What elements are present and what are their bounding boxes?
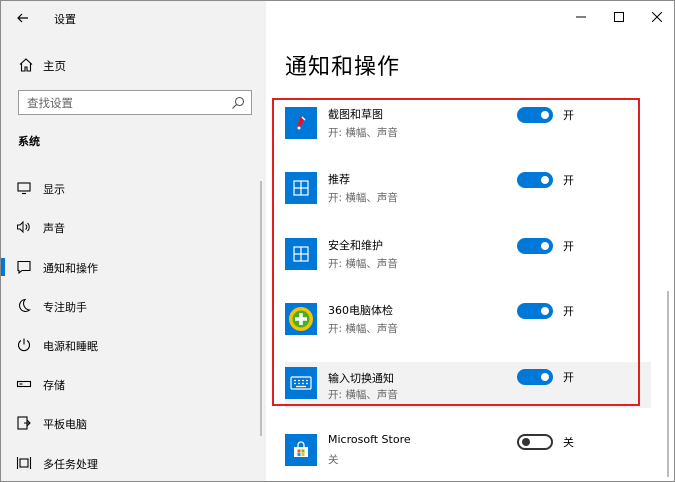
multitask-icon bbox=[16, 457, 32, 469]
app-notification-status: 关 bbox=[328, 454, 339, 466]
toggle-state-label: 开 bbox=[563, 240, 574, 253]
sidebar-item-power-sleep[interactable]: 电源和睡眠 bbox=[1, 330, 266, 360]
moon-icon bbox=[19, 298, 31, 312]
sidebar-item-sound[interactable]: 声音 bbox=[1, 212, 266, 242]
search-box bbox=[18, 90, 252, 115]
windows-app-icon bbox=[285, 172, 317, 204]
storage-icon bbox=[16, 380, 32, 388]
app-name: 推荐 bbox=[328, 173, 350, 186]
section-title: 系统 bbox=[18, 135, 40, 148]
app-name: 输入切换通知 bbox=[328, 372, 394, 385]
active-indicator bbox=[1, 258, 5, 276]
toggle-state-label: 开 bbox=[563, 174, 574, 187]
toggle-state-label: 开 bbox=[563, 305, 574, 318]
sidebar-item-label: 通知和操作 bbox=[43, 262, 98, 275]
app-notification-status: 开: 横幅、声音 bbox=[328, 192, 398, 204]
sidebar-scrollbar[interactable] bbox=[260, 181, 262, 436]
minimize-button[interactable] bbox=[562, 1, 600, 33]
sidebar-item-label: 声音 bbox=[43, 222, 65, 235]
sidebar-item-label: 存储 bbox=[43, 379, 65, 392]
content-scrollbar[interactable] bbox=[667, 291, 669, 477]
toggle-state-label: 关 bbox=[563, 436, 574, 449]
app-notification-row[interactable]: 推荐 开: 横幅、声音 开 bbox=[285, 169, 651, 215]
app-notification-status: 开: 横幅、声音 bbox=[328, 127, 398, 139]
app-notification-row[interactable]: Microsoft Store 关 关 bbox=[285, 431, 651, 477]
maximize-icon bbox=[614, 12, 624, 22]
back-arrow-icon bbox=[17, 13, 28, 23]
360-checkup-icon bbox=[285, 303, 317, 335]
keyboard-icon bbox=[285, 367, 317, 399]
notification-icon bbox=[17, 260, 31, 275]
toggle-knob bbox=[541, 111, 549, 119]
app-notification-row[interactable]: 安全和维护 开: 横幅、声音 开 bbox=[285, 235, 651, 281]
notification-toggle[interactable] bbox=[517, 303, 553, 319]
sidebar-item-display[interactable]: 显示 bbox=[1, 173, 266, 203]
app-name: 安全和维护 bbox=[328, 239, 383, 252]
app-notification-status: 开: 横幅、声音 bbox=[328, 258, 398, 270]
close-button[interactable] bbox=[638, 1, 674, 33]
notification-toggle[interactable] bbox=[517, 434, 553, 450]
settings-window: 设置 主页 系统 显示 声音 通知和操作 专注助手 bbox=[0, 0, 675, 482]
app-notification-row[interactable]: 截图和草图 开: 横幅、声音 开 bbox=[285, 104, 651, 150]
power-icon bbox=[17, 338, 31, 352]
app-name: 360电脑体检 bbox=[328, 304, 393, 317]
store-icon bbox=[285, 434, 317, 466]
sidebar-item-focus-assist[interactable]: 专注助手 bbox=[1, 291, 266, 321]
sound-icon bbox=[17, 220, 30, 234]
window-controls bbox=[562, 1, 674, 33]
sidebar-item-home[interactable]: 主页 bbox=[1, 53, 266, 77]
app-notification-status: 开: 横幅、声音 bbox=[328, 323, 398, 335]
close-icon bbox=[652, 12, 662, 22]
sidebar-item-label: 平板电脑 bbox=[43, 418, 87, 431]
toggle-knob bbox=[541, 176, 549, 184]
display-icon bbox=[17, 182, 31, 195]
search-input[interactable] bbox=[19, 91, 229, 114]
toggle-knob bbox=[541, 242, 549, 250]
app-notification-row[interactable]: 360电脑体检 开: 横幅、声音 开 bbox=[285, 300, 651, 346]
toggle-state-label: 开 bbox=[563, 109, 574, 122]
maximize-button[interactable] bbox=[600, 1, 638, 33]
notification-toggle[interactable] bbox=[517, 369, 553, 385]
tablet-icon bbox=[17, 416, 31, 430]
minimize-icon bbox=[576, 16, 586, 18]
app-notification-row[interactable]: 输入切换通知 开: 横幅、声音 开 bbox=[285, 362, 651, 408]
sidebar-item-storage[interactable]: 存储 bbox=[1, 369, 266, 399]
page-title: 通知和操作 bbox=[285, 55, 401, 80]
notification-toggle[interactable] bbox=[517, 238, 553, 254]
home-icon bbox=[19, 58, 33, 72]
sidebar-item-label: 多任务处理 bbox=[43, 458, 98, 471]
snip-sketch-icon bbox=[285, 107, 317, 139]
sidebar-item-label: 显示 bbox=[43, 183, 65, 196]
search-icon[interactable] bbox=[231, 96, 245, 110]
toggle-knob bbox=[541, 307, 549, 315]
toggle-knob bbox=[541, 373, 549, 381]
sidebar-item-label: 电源和睡眠 bbox=[43, 340, 98, 353]
app-notification-status: 开: 横幅、声音 bbox=[328, 389, 398, 401]
sidebar-item-label: 主页 bbox=[43, 59, 66, 73]
app-name: 截图和草图 bbox=[328, 108, 383, 121]
sidebar-item-tablet[interactable]: 平板电脑 bbox=[1, 408, 266, 438]
notification-toggle[interactable] bbox=[517, 172, 553, 188]
windows-app-icon bbox=[285, 238, 317, 270]
back-button[interactable] bbox=[11, 7, 35, 29]
main-content: 通知和操作 截图和草图 开: 横幅、声音 开 推荐 开: 横幅、声音 开 安全和… bbox=[266, 1, 674, 481]
sidebar-item-label: 专注助手 bbox=[43, 301, 87, 314]
toggle-state-label: 开 bbox=[563, 371, 574, 384]
window-title: 设置 bbox=[54, 13, 76, 26]
toggle-knob bbox=[522, 438, 530, 446]
title-bar: 设置 bbox=[1, 1, 266, 35]
sidebar-item-multitasking[interactable]: 多任务处理 bbox=[1, 448, 266, 478]
app-name: Microsoft Store bbox=[328, 433, 411, 446]
sidebar-item-notifications[interactable]: 通知和操作 bbox=[1, 252, 266, 282]
notification-toggle[interactable] bbox=[517, 107, 553, 123]
sidebar: 设置 主页 系统 显示 声音 通知和操作 专注助手 bbox=[1, 1, 266, 481]
